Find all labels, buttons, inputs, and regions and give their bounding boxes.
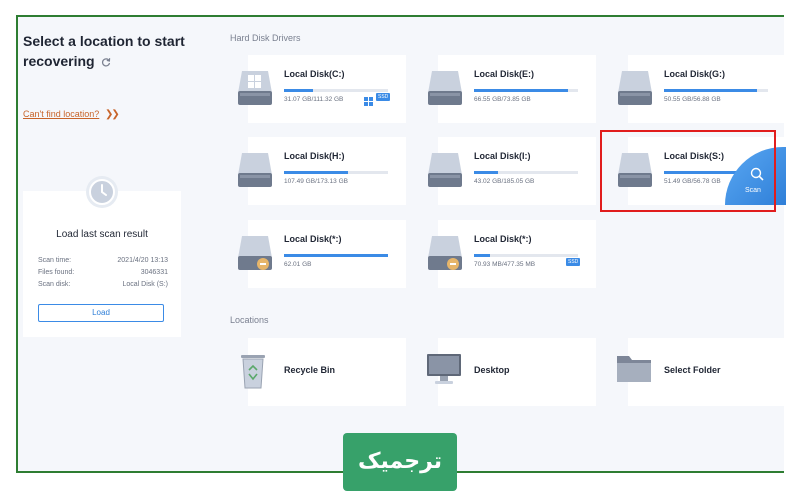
load-button[interactable]: Load [38, 304, 164, 322]
double-chevron-right-icon[interactable]: ❯❯ [105, 109, 120, 120]
disk-usage-fill [474, 254, 490, 257]
location-name: Recycle Bin [284, 365, 336, 375]
disk-size: 43.02 GB/185.05 GB [474, 178, 535, 185]
app-frame: Select a location to start recovering Ca… [16, 15, 786, 473]
disk-usage-fill [474, 89, 568, 92]
hard-disk-icon [616, 69, 654, 112]
scan-disk-value: Local Disk (S:) [122, 281, 168, 288]
disk-usage-fill [284, 254, 388, 257]
disk-usage-bar [284, 89, 388, 92]
disk-size: 31.07 GB/111.32 GB [284, 96, 344, 103]
disk-size: 50.55 GB/56.88 GB [664, 96, 721, 103]
refresh-icon[interactable] [101, 52, 111, 72]
disk-size: 66.55 GB/73.85 GB [474, 96, 531, 103]
scan-time-row: Scan time: 2021/4/20 13:13 [38, 257, 168, 264]
main-panel: Hard Disk Drivers Local Disk(C:) 31.07 GB… [200, 17, 786, 471]
disk-size: 107.49 GB/173.13 GB [284, 178, 348, 185]
scan-card-title: Load last scan result [56, 229, 148, 240]
location-select-folder[interactable]: Select Folder [617, 338, 786, 406]
disk-usage-bar [474, 89, 578, 92]
disk-card[interactable]: Local Disk(C:) 31.07 GB/111.32 GB SSD [238, 55, 406, 123]
disk-name: Local Disk(C:) [284, 69, 345, 79]
folder-icon [616, 352, 652, 389]
location-recycle-bin[interactable]: Recycle Bin [241, 338, 406, 406]
scan-time-label: Scan time: [38, 257, 72, 264]
disk-usage-fill [474, 171, 498, 174]
scan-disk-label: Scan disk: [38, 281, 71, 288]
disk-size: 70.93 MB/477.35 MB [474, 261, 536, 268]
monitor-icon [426, 352, 462, 391]
files-found-label: Files found: [38, 269, 75, 276]
ssd-badge: SSD [566, 258, 581, 266]
disk-name: Local Disk(*:) [284, 234, 342, 244]
disk-usage-bar [284, 254, 388, 257]
disk-card[interactable]: Local Disk(*:) 62.01 GB [238, 220, 406, 288]
location-desktop[interactable]: Desktop [427, 338, 596, 406]
hard-disk-section-title: Hard Disk Drivers [230, 33, 301, 43]
windows-logo-icon [364, 93, 373, 111]
location-name: Desktop [474, 365, 510, 375]
disk-card[interactable]: Local Disk(*:) 70.93 MB/477.35 MB SSD [428, 220, 596, 288]
scan-disk-row: Scan disk: Local Disk (S:) [38, 281, 168, 288]
disk-card[interactable]: Local Disk(E:) 66.55 GB/73.85 GB [428, 55, 596, 123]
disk-name: Local Disk(G:) [664, 69, 726, 79]
disk-usage-bar [284, 171, 388, 174]
hard-disk-icon [236, 151, 274, 194]
hard-disk-icon [236, 69, 274, 112]
disk-name: Local Disk(*:) [474, 234, 532, 244]
location-name: Select Folder [664, 365, 721, 375]
selected-disk-highlight [600, 130, 776, 212]
disk-usage-bar [664, 89, 768, 92]
left-panel: Select a location to start recovering Ca… [18, 17, 200, 471]
locations-section-title: Locations [230, 315, 269, 325]
disk-usage-bar [474, 254, 578, 257]
hard-disk-icon [426, 151, 464, 194]
watermark-logo: ترجمیک [343, 433, 457, 491]
disk-name: Local Disk(E:) [474, 69, 535, 79]
disk-size: 62.01 GB [284, 261, 312, 268]
disk-card[interactable]: Local Disk(I:) 43.02 GB/185.05 GB [428, 137, 596, 205]
disk-usage-fill [284, 89, 314, 92]
disk-card[interactable]: Local Disk(G:) 50.55 GB/56.88 GB [618, 55, 786, 123]
disk-name: Local Disk(I:) [474, 151, 531, 161]
disk-usage-fill [664, 89, 757, 92]
disk-usage-bar [474, 171, 578, 174]
clock-icon [85, 175, 119, 214]
cant-find-location-link[interactable]: Can't find location? [23, 109, 99, 119]
files-found-value: 3046331 [140, 269, 168, 276]
ssd-badge: SSD [376, 93, 391, 101]
last-scan-card: Load last scan result Scan time: 2021/4/… [23, 176, 181, 337]
page-title: Select a location to start recovering [23, 31, 193, 72]
hard-disk-icon [426, 69, 464, 112]
files-found-row: Files found: 3046331 [38, 269, 168, 276]
disk-card[interactable]: Local Disk(H:) 107.49 GB/173.13 GB [238, 137, 406, 205]
disk-name: Local Disk(H:) [284, 151, 345, 161]
hard-disk-icon [426, 234, 464, 277]
disk-usage-fill [284, 171, 349, 174]
hard-disk-icon [236, 234, 274, 277]
scan-time-value: 2021/4/20 13:13 [117, 257, 168, 264]
recycle-bin-icon [236, 352, 270, 395]
